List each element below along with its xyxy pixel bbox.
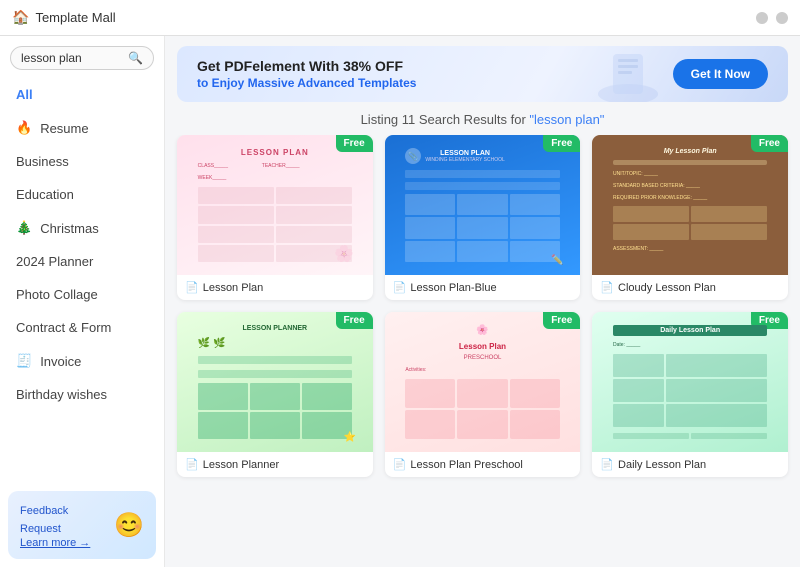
template-thumb-1: Free LESSON PLAN CLASS_____ TEACHER_____… — [177, 135, 373, 275]
template-card-4[interactable]: Free LESSON PLANNER 🌿 🌿 — [177, 312, 373, 477]
sidebar-search-area: 🔍 — [0, 36, 164, 78]
template-label-3: 📄 Cloudy Lesson Plan — [592, 275, 788, 300]
nav-label-birthday: Birthday wishes — [16, 387, 107, 402]
nav-label-business: Business — [16, 154, 69, 169]
sidebar-item-invoice[interactable]: 🧾 Invoice — [0, 344, 164, 378]
titlebar-controls — [756, 12, 788, 24]
search-icon[interactable]: 🔍 — [128, 51, 143, 65]
template-icon-4: 📄 — [185, 458, 199, 471]
template-label-6: 📄 Daily Lesson Plan — [592, 452, 788, 477]
banner-decoration — [588, 46, 668, 102]
sidebar-item-planner[interactable]: 2024 Planner — [0, 245, 164, 278]
nav-label-planner: 2024 Planner — [16, 254, 93, 269]
search-box[interactable]: 🔍 — [10, 46, 154, 70]
minimize-button[interactable] — [756, 12, 768, 24]
template-icon-1: 📄 — [185, 281, 199, 294]
template-thumb-5: Free 🌸 Lesson Plan PRESCHOOL Activities: — [385, 312, 581, 452]
search-input[interactable] — [21, 51, 128, 65]
template-label-2: 📄 Lesson Plan-Blue — [385, 275, 581, 300]
sidebar-item-resume[interactable]: 🔥 Resume — [0, 111, 164, 145]
templates-grid: Free LESSON PLAN CLASS_____ TEACHER_____… — [165, 135, 800, 567]
invoice-icon: 🧾 — [16, 353, 32, 369]
titlebar-left: 🏠 Template Mall — [12, 9, 116, 26]
template-name-2: Lesson Plan-Blue — [410, 282, 496, 294]
sidebar-item-education[interactable]: Education — [0, 178, 164, 211]
template-icon-5: 📄 — [393, 458, 407, 471]
content-area: Get PDFelement With 38% OFF to Enjoy Mas… — [165, 36, 800, 567]
template-name-6: Daily Lesson Plan — [618, 459, 706, 471]
sidebar-item-contract[interactable]: Contract & Form — [0, 311, 164, 344]
resume-icon: 🔥 — [16, 120, 32, 136]
nav-label-contract: Contract & Form — [16, 320, 111, 335]
sidebar-nav: All 🔥 Resume Business Education 🎄 Christ… — [0, 78, 164, 483]
main-layout: 🔍 All 🔥 Resume Business Education 🎄 Chri… — [0, 36, 800, 567]
template-name-4: Lesson Planner — [203, 459, 279, 471]
nav-label-all: All — [16, 87, 33, 102]
nav-label-photo-collage: Photo Collage — [16, 287, 98, 302]
christmas-icon: 🎄 — [16, 220, 32, 236]
app-icon: 🏠 — [12, 9, 29, 26]
template-thumb-3: Free My Lesson Plan UNIT/TOPIC: _____ ST… — [592, 135, 788, 275]
feedback-emoji: 😊 — [114, 511, 144, 540]
sidebar-item-christmas[interactable]: 🎄 Christmas — [0, 211, 164, 245]
banner-title: Get PDFelement With 38% OFF — [197, 58, 416, 74]
template-icon-6: 📄 — [600, 458, 614, 471]
feedback-content: Feedback Request Learn more → — [20, 501, 106, 549]
template-card-5[interactable]: Free 🌸 Lesson Plan PRESCHOOL Activities: — [385, 312, 581, 477]
sidebar-item-birthday[interactable]: Birthday wishes — [0, 378, 164, 411]
template-name-1: Lesson Plan — [203, 282, 264, 294]
app-title: Template Mall — [35, 10, 115, 25]
banner-highlight: Advanced Templates — [297, 76, 416, 90]
feedback-link[interactable]: Learn more → — [20, 537, 106, 549]
template-icon-3: 📄 — [600, 281, 614, 294]
template-thumb-6: Free Daily Lesson Plan Date: _____ — [592, 312, 788, 452]
banner-text: Get PDFelement With 38% OFF to Enjoy Mas… — [197, 58, 416, 90]
template-name-3: Cloudy Lesson Plan — [618, 282, 716, 294]
results-label: Listing 11 Search Results for "lesson pl… — [165, 112, 800, 127]
feedback-box[interactable]: Feedback Request Learn more → 😊 — [8, 491, 156, 559]
nav-label-christmas: Christmas — [40, 221, 99, 236]
nav-label-resume: Resume — [40, 121, 88, 136]
template-card-3[interactable]: Free My Lesson Plan UNIT/TOPIC: _____ ST… — [592, 135, 788, 300]
template-label-1: 📄 Lesson Plan — [177, 275, 373, 300]
template-card-6[interactable]: Free Daily Lesson Plan Date: _____ — [592, 312, 788, 477]
template-label-5: 📄 Lesson Plan Preschool — [385, 452, 581, 477]
sidebar: 🔍 All 🔥 Resume Business Education 🎄 Chri… — [0, 36, 165, 567]
template-thumb-4: Free LESSON PLANNER 🌿 🌿 — [177, 312, 373, 452]
sidebar-item-business[interactable]: Business — [0, 145, 164, 178]
nav-label-education: Education — [16, 187, 74, 202]
template-label-4: 📄 Lesson Planner — [177, 452, 373, 477]
sidebar-item-all[interactable]: All — [0, 78, 164, 111]
banner-subtitle: to Enjoy Massive Advanced Templates — [197, 76, 416, 90]
search-query: "lesson plan" — [529, 112, 604, 127]
close-button[interactable] — [776, 12, 788, 24]
template-card-1[interactable]: Free LESSON PLAN CLASS_____ TEACHER_____… — [177, 135, 373, 300]
nav-label-invoice: Invoice — [40, 354, 81, 369]
titlebar: 🏠 Template Mall — [0, 0, 800, 36]
banner: Get PDFelement With 38% OFF to Enjoy Mas… — [177, 46, 788, 102]
template-name-5: Lesson Plan Preschool — [410, 459, 523, 471]
template-card-2[interactable]: Free 📎 LESSON PLAN WINDING ELEMENTARY SC… — [385, 135, 581, 300]
template-icon-2: 📄 — [393, 281, 407, 294]
feedback-title: Feedback Request — [20, 505, 68, 535]
sidebar-item-photo-collage[interactable]: Photo Collage — [0, 278, 164, 311]
get-it-now-button[interactable]: Get It Now — [673, 59, 768, 89]
template-thumb-2: Free 📎 LESSON PLAN WINDING ELEMENTARY SC… — [385, 135, 581, 275]
